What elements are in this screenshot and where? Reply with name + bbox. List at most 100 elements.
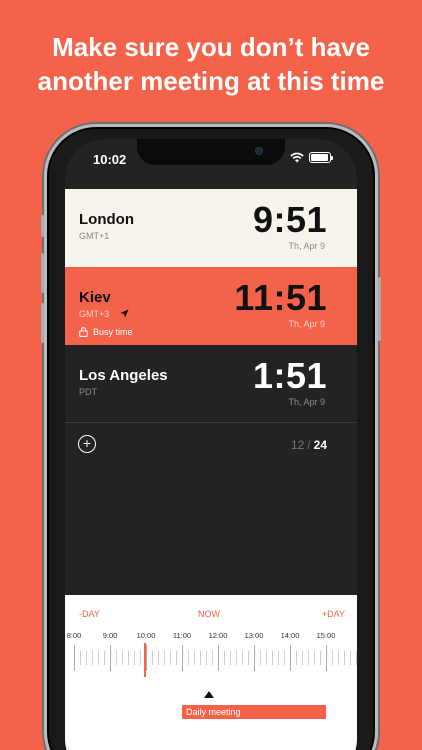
minor-tick (164, 651, 165, 665)
notch (137, 139, 285, 165)
minor-tick (170, 651, 171, 665)
app-screen: 10:02 London GMT+1 9:51 Th, Apr 9 Kiev G… (65, 139, 357, 750)
minor-tick (80, 651, 81, 665)
hour-label: 10:00 (136, 631, 156, 640)
minor-tick (320, 651, 321, 665)
hour-label: 11:00 (172, 631, 192, 640)
minor-tick (194, 651, 195, 665)
minor-tick (332, 651, 333, 665)
minor-tick (356, 651, 357, 665)
status-time: 10:02 (93, 152, 127, 167)
event-daily-meeting[interactable]: Daily meeting (182, 705, 326, 719)
city-card-kiev[interactable]: Kiev GMT+3 11:51 Th, Apr 9 Busy time (65, 267, 357, 345)
minor-tick (266, 651, 267, 665)
headline-line-1: Make sure you don’t have (52, 32, 370, 62)
add-city-button[interactable]: + (78, 435, 96, 453)
minor-tick (308, 651, 309, 665)
phone-volume-up (41, 253, 44, 293)
hour-label: 9:00 (102, 631, 118, 640)
minor-tick (158, 651, 159, 665)
minor-tick (134, 651, 135, 665)
busy-time-badge: Busy time (79, 327, 133, 337)
major-tick (182, 645, 183, 671)
hour-label: 8:00 (66, 631, 82, 640)
timeline-ruler[interactable] (65, 645, 357, 671)
minor-tick (116, 651, 117, 665)
battery-icon (309, 152, 333, 163)
city-count-total: 24 (313, 438, 327, 452)
city-timezone: PDT (79, 387, 97, 397)
minor-tick (200, 651, 201, 665)
current-time-marker (144, 643, 146, 677)
minor-tick (212, 651, 213, 665)
prev-day-button[interactable]: -DAY (79, 609, 100, 619)
minor-tick (176, 651, 177, 665)
minor-tick (284, 651, 285, 665)
city-card-london[interactable]: London GMT+1 9:51 Th, Apr 9 (65, 189, 357, 267)
major-tick (254, 645, 255, 671)
city-time: 1:51 (252, 355, 327, 396)
city-date: Th, Apr 9 (288, 397, 325, 407)
lock-icon (79, 327, 88, 337)
city-timezone: GMT+1 (79, 231, 110, 241)
minor-tick (122, 651, 123, 665)
minor-tick (242, 651, 243, 665)
city-name: London (79, 211, 134, 228)
minor-tick (206, 651, 207, 665)
location-arrow-icon (120, 309, 129, 318)
major-tick (290, 645, 291, 671)
major-tick (74, 645, 75, 671)
city-time: 11:51 (234, 277, 327, 318)
city-time: 9:51 (252, 199, 327, 240)
minor-tick (140, 651, 141, 665)
headline-line-2: another meeting at this time (37, 66, 385, 96)
city-date: Th, Apr 9 (288, 319, 325, 329)
headline: Make sure you don’t have another meeting… (0, 30, 422, 98)
minor-tick (98, 651, 99, 665)
minor-tick (260, 651, 261, 665)
major-tick (326, 645, 327, 671)
minor-tick (128, 651, 129, 665)
hour-label: 14:00 (280, 631, 300, 640)
city-date: Th, Apr 9 (288, 241, 325, 251)
city-name: Los Angeles (79, 367, 168, 384)
city-count-separator: / (307, 438, 311, 452)
phone-frame: 10:02 London GMT+1 9:51 Th, Apr 9 Kiev G… (41, 124, 381, 750)
minor-tick (350, 651, 351, 665)
minor-tick (92, 651, 93, 665)
minor-tick (338, 651, 339, 665)
hour-label: 13:00 (244, 631, 264, 640)
minor-tick (224, 651, 225, 665)
hour-label: 15:00 (316, 631, 336, 640)
major-tick (110, 645, 111, 671)
major-tick (146, 645, 147, 671)
minor-tick (296, 651, 297, 665)
city-name: Kiev (79, 289, 111, 306)
selected-time-pointer[interactable] (204, 691, 214, 698)
next-day-button[interactable]: +DAY (322, 609, 345, 619)
minor-tick (236, 651, 237, 665)
phone-volume-down (41, 303, 44, 343)
minor-tick (104, 651, 105, 665)
minor-tick (188, 651, 189, 665)
city-card-los-angeles[interactable]: Los Angeles PDT 1:51 Th, Apr 9 (65, 345, 357, 423)
timeline-panel[interactable]: -DAY NOW +DAY 8:00 9:00 10:00 11:00 12:00 13:… (65, 595, 357, 750)
hour-labels: 8:009:0010:0011:0012:0013:0014:0015:001 (65, 631, 357, 643)
busy-time-label: Busy time (93, 327, 133, 337)
minor-tick (344, 651, 345, 665)
list-divider (65, 422, 357, 423)
city-timezone: GMT+3 (79, 309, 110, 319)
hour-label: 12:00 (208, 631, 228, 640)
city-counter: 12/24 (291, 438, 327, 452)
phone-side-button (41, 215, 44, 237)
minor-tick (278, 651, 279, 665)
city-count-current: 12 (290, 438, 305, 452)
minor-tick (230, 651, 231, 665)
now-button[interactable]: NOW (198, 609, 220, 619)
minor-tick (86, 651, 87, 665)
phone-power-button (378, 277, 381, 341)
major-tick (218, 645, 219, 671)
minor-tick (248, 651, 249, 665)
minor-tick (314, 651, 315, 665)
camera-icon (255, 147, 263, 155)
